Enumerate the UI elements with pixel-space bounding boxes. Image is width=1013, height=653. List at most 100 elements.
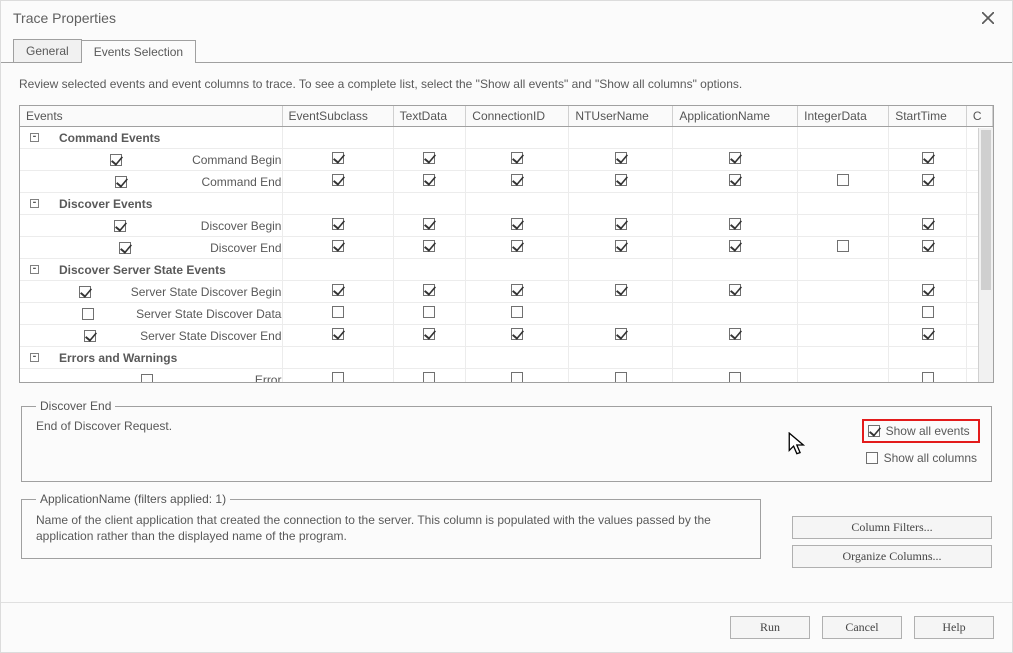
event-row[interactable]: Command Begin [20,149,993,171]
checkbox-icon[interactable] [922,174,934,186]
checkbox-icon[interactable] [114,220,126,232]
event-label: Discover Begin [201,219,282,233]
checkbox-icon[interactable] [423,174,435,186]
show-all-events-checkbox[interactable]: Show all events [862,419,980,443]
checkbox-icon[interactable] [922,152,934,164]
checkbox-icon [868,425,880,437]
checkbox-icon[interactable] [615,328,627,340]
expand-toggle[interactable]: - [30,133,39,142]
checkbox-icon[interactable] [332,306,344,318]
checkbox-icon[interactable] [922,218,934,230]
column-header[interactable]: Events [20,106,282,127]
checkbox-icon[interactable] [82,308,94,320]
column-filters-button[interactable]: Column Filters... [792,516,992,539]
checkbox-icon[interactable] [84,330,96,342]
checkbox-icon[interactable] [922,306,934,318]
checkbox-icon[interactable] [511,174,523,186]
checkbox-icon[interactable] [115,176,127,188]
checkbox-icon[interactable] [110,154,122,166]
organize-columns-button[interactable]: Organize Columns... [792,545,992,568]
scrollbar[interactable] [978,128,993,382]
checkbox-icon[interactable] [332,240,344,252]
checkbox-icon[interactable] [79,286,91,298]
checkbox-icon[interactable] [332,174,344,186]
tab-events-selection[interactable]: Events Selection [81,40,196,63]
checkbox-icon[interactable] [511,152,523,164]
column-detail-text: Name of the client application that crea… [36,512,750,544]
checkbox-icon[interactable] [922,328,934,340]
expand-toggle[interactable]: - [30,265,39,274]
event-row[interactable]: Server State Discover Data [20,303,993,325]
checkbox-icon[interactable] [729,328,741,340]
event-label: Command Begin [192,153,281,167]
checkbox-icon[interactable] [615,240,627,252]
column-header[interactable]: EventSubclass [282,106,393,127]
close-button[interactable] [974,7,1002,29]
checkbox-icon[interactable] [423,218,435,230]
event-row[interactable]: Discover End [20,237,993,259]
checkbox-icon[interactable] [511,240,523,252]
checkbox-icon[interactable] [729,372,741,383]
run-button[interactable]: Run [730,616,810,639]
checkbox-icon[interactable] [511,218,523,230]
column-header[interactable]: ConnectionID [466,106,569,127]
checkbox-icon[interactable] [615,372,627,383]
checkbox-icon[interactable] [332,218,344,230]
column-detail-box: ApplicationName (filters applied: 1) Nam… [21,492,761,559]
column-header[interactable]: C [966,106,992,127]
checkbox-icon[interactable] [729,284,741,296]
checkbox-icon[interactable] [423,372,435,383]
column-header[interactable]: IntegerData [798,106,889,127]
checkbox-icon[interactable] [332,328,344,340]
checkbox-icon[interactable] [423,328,435,340]
checkbox-icon[interactable] [423,152,435,164]
checkbox-icon[interactable] [511,284,523,296]
column-header[interactable]: TextData [393,106,466,127]
checkbox-icon[interactable] [119,242,131,254]
column-header[interactable]: StartTime [889,106,967,127]
checkbox-icon[interactable] [511,306,523,318]
show-all-columns-checkbox[interactable]: Show all columns [862,449,981,467]
checkbox-icon[interactable] [511,372,523,383]
checkbox-icon[interactable] [332,372,344,383]
event-row[interactable]: Command End [20,171,993,193]
column-header[interactable]: NTUserName [569,106,673,127]
checkbox-icon[interactable] [837,174,849,186]
checkbox-icon[interactable] [332,152,344,164]
checkbox-icon[interactable] [615,284,627,296]
checkbox-icon[interactable] [615,218,627,230]
checkbox-icon[interactable] [922,240,934,252]
event-row[interactable]: Discover Begin [20,215,993,237]
checkbox-icon[interactable] [729,174,741,186]
checkbox-icon[interactable] [423,240,435,252]
checkbox-icon[interactable] [837,240,849,252]
expand-toggle[interactable]: - [30,353,39,362]
event-row[interactable]: Error [20,369,993,384]
group-label: Discover Events [59,197,152,211]
checkbox-icon[interactable] [511,328,523,340]
help-button[interactable]: Help [914,616,994,639]
checkbox-icon[interactable] [615,174,627,186]
checkbox-icon[interactable] [141,374,153,384]
event-row[interactable]: Server State Discover Begin [20,281,993,303]
events-grid[interactable]: EventsEventSubclassTextDataConnectionIDN… [19,105,994,383]
event-row[interactable]: Server State Discover End [20,325,993,347]
checkbox-icon[interactable] [423,284,435,296]
checkbox-icon[interactable] [922,284,934,296]
checkbox-icon[interactable] [729,152,741,164]
cancel-button[interactable]: Cancel [822,616,902,639]
column-header[interactable]: ApplicationName [673,106,798,127]
checkbox-icon[interactable] [423,306,435,318]
checkbox-icon[interactable] [729,218,741,230]
checkbox-icon[interactable] [729,240,741,252]
checkbox-icon[interactable] [922,372,934,383]
expand-toggle[interactable]: - [30,199,39,208]
tab-content: Review selected events and event columns… [1,63,1012,559]
checkbox-icon[interactable] [332,284,344,296]
event-label: Discover End [210,241,281,255]
group-label: Command Events [59,131,160,145]
checkbox-icon[interactable] [615,152,627,164]
event-label: Server State Discover End [140,329,281,343]
tab-general[interactable]: General [13,39,82,62]
event-detail-text: End of Discover Request. [36,419,842,433]
